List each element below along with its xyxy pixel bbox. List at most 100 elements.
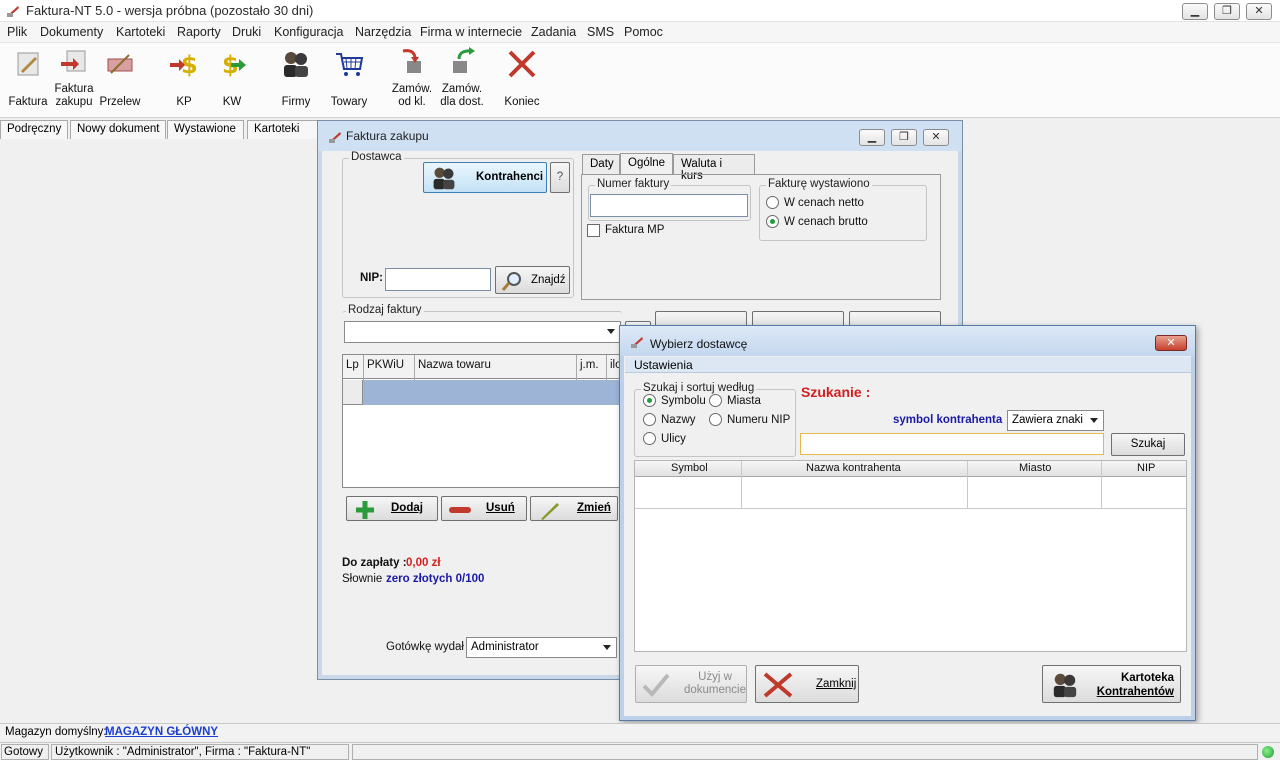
toolbar-kw-button[interactable]: $ KW	[210, 43, 254, 117]
nip-input[interactable]	[385, 268, 491, 291]
zmien-button[interactable]: Zmień	[530, 496, 618, 521]
usun-button[interactable]: Usuń	[441, 496, 527, 521]
do-zaplaty-value: 0,00 zł	[406, 557, 441, 569]
dodaj-button[interactable]: Dodaj	[346, 496, 438, 521]
menu-dokumenty[interactable]: Dokumenty	[40, 25, 103, 39]
invoice-minimize-button[interactable]: ▁	[859, 129, 885, 146]
toolbar-faktura-button[interactable]: Faktura	[6, 43, 50, 117]
table-row[interactable]	[363, 380, 625, 405]
status-bar: Gotowy Użytkownik : "Administrator", Fir…	[0, 742, 1280, 760]
invoice-close-button[interactable]: ✕	[923, 129, 949, 146]
radio-ulicy[interactable]	[643, 432, 656, 445]
dialog-menubar: Ustawienia	[625, 357, 1191, 373]
toolbar-firmy-button[interactable]: Firmy	[274, 43, 318, 117]
menu-zadania[interactable]: Zadania	[531, 25, 576, 39]
znajdz-button[interactable]: Znajdź	[495, 266, 570, 294]
chevron-down-icon	[1090, 418, 1098, 423]
menu-sms[interactable]: SMS	[587, 25, 614, 39]
items-table: Lp PKWiU Nazwa towaru j.m. ilo	[342, 354, 626, 488]
magazyn-link[interactable]: MAGAZYN GŁÓWNY	[105, 726, 218, 738]
close-button[interactable]: ✕	[1246, 3, 1272, 20]
search-field-label: symbol kontrahenta	[893, 414, 1003, 426]
do-zaplaty-label: Do zapłaty :	[342, 557, 407, 569]
maximize-button[interactable]: ❐	[1214, 3, 1240, 20]
invoice-window-icon	[329, 132, 341, 143]
chevron-down-icon	[603, 645, 611, 650]
search-input[interactable]	[800, 433, 1104, 455]
uzyj-w-dokumencie-button[interactable]: Użyj w dokumencie	[635, 665, 747, 703]
cash-in-icon: $	[170, 51, 198, 79]
search-mode-select[interactable]: Zawiera znaki	[1007, 410, 1104, 431]
gotowke-label: Gotówkę wydał	[386, 641, 464, 653]
faktura-mp-checkbox[interactable]	[587, 224, 600, 237]
tab-nowy-dokument[interactable]: Nowy dokument	[70, 120, 166, 139]
col-lp[interactable]: Lp	[346, 359, 359, 371]
help-button[interactable]: ?	[550, 162, 570, 193]
suppliers-table: Symbol Nazwa kontrahenta Miasto NIP	[634, 460, 1187, 652]
kartoteka-kontrahentow-button[interactable]: Kartoteka Kontrahentów	[1042, 665, 1181, 703]
col-nazwa-kontrahenta[interactable]: Nazwa kontrahenta	[806, 462, 901, 474]
menu-firma-w-internecie[interactable]: Firma w internecie	[420, 25, 522, 39]
invoice-type-select[interactable]	[344, 321, 621, 343]
order-out-icon	[453, 47, 475, 73]
toolbar-towary-button[interactable]: Towary	[326, 43, 372, 117]
toolbar-koniec-button[interactable]: Koniec	[500, 43, 544, 117]
slownie-label: Słownie	[342, 573, 383, 585]
radio-symbolu[interactable]	[643, 394, 656, 407]
col-pkwiu[interactable]: PKWiU	[367, 359, 404, 371]
kontrahenci-button[interactable]: Kontrahenci	[423, 162, 547, 193]
tab-waluta-i-kurs[interactable]: Waluta i kurs	[673, 154, 755, 182]
toolbar-kp-button[interactable]: $ KP	[162, 43, 206, 117]
menu-bar: Plik Dokumenty Kartoteki Raporty Druki K…	[0, 22, 1280, 42]
menu-narzedzia[interactable]: Narzędzia	[355, 25, 411, 39]
toolbar-zamowienia-dla-dostawcy-button[interactable]: Zamów. dla dost.	[438, 43, 486, 117]
menu-druki[interactable]: Druki	[232, 25, 261, 39]
col-symbol[interactable]: Symbol	[671, 462, 708, 474]
tab-kartoteki[interactable]: Kartoteki	[247, 120, 319, 139]
tab-ogolne[interactable]: Ogólne	[620, 153, 673, 174]
magazyn-label: Magazyn domyślny:	[5, 726, 107, 738]
zamknij-button[interactable]: Zamknij	[755, 665, 859, 703]
toolbar-przelew-button[interactable]: Przelew	[98, 43, 142, 117]
menu-plik[interactable]: Plik	[7, 25, 27, 39]
tab-wystawione[interactable]: Wystawione	[167, 120, 244, 139]
invoice-maximize-button[interactable]: ❐	[891, 129, 917, 146]
suppliers-table-header	[635, 461, 1186, 477]
plus-icon	[356, 501, 374, 519]
status-empty-panel	[352, 744, 1258, 760]
minimize-button[interactable]: ▁	[1182, 3, 1208, 20]
tab-daty[interactable]: Daty	[582, 154, 620, 174]
menu-ustawienia[interactable]: Ustawienia	[634, 358, 693, 372]
col-jm[interactable]: j.m.	[580, 359, 599, 371]
app-logo-icon	[7, 6, 19, 17]
app-titlebar: Faktura-NT 5.0 - wersja próbna (pozostał…	[0, 0, 1280, 22]
row-indicator	[343, 380, 363, 405]
dialog-title: Wybierz dostawcę	[650, 337, 748, 351]
invoice-number-input[interactable]	[590, 194, 748, 217]
app-title: Faktura-NT 5.0 - wersja próbna (pozostał…	[26, 3, 314, 18]
menu-raporty[interactable]: Raporty	[177, 25, 221, 39]
toolbar-faktura-zakupu-button[interactable]: Faktura zakupu	[52, 43, 96, 117]
gotowke-select[interactable]: Administrator	[466, 637, 617, 658]
pencil-icon	[541, 503, 559, 520]
radio-w-cenach-netto[interactable]	[766, 196, 779, 209]
szukaj-button[interactable]: Szukaj	[1111, 433, 1185, 456]
radio-w-cenach-brutto[interactable]	[766, 215, 779, 228]
menu-konfiguracja[interactable]: Konfiguracja	[274, 25, 344, 39]
menu-pomoc[interactable]: Pomoc	[624, 25, 663, 39]
invoice-purchase-icon	[61, 50, 86, 72]
radio-numeru-nip[interactable]	[709, 413, 722, 426]
radio-miasta[interactable]	[709, 394, 722, 407]
col-miasto[interactable]: Miasto	[1019, 462, 1051, 474]
col-nip[interactable]: NIP	[1137, 462, 1155, 474]
dialog-titlebar: Wybierz dostawcę ✕	[620, 326, 1195, 356]
tab-podreczny[interactable]: Podręczny	[0, 120, 68, 139]
toolbar-zamowienia-od-klienta-button[interactable]: Zamów. od kl.	[390, 43, 434, 117]
menu-kartoteki[interactable]: Kartoteki	[116, 25, 165, 39]
dialog-close-button[interactable]: ✕	[1155, 335, 1187, 351]
magnifier-icon	[501, 272, 521, 291]
col-nazwa-towaru[interactable]: Nazwa towaru	[418, 359, 491, 371]
select-supplier-dialog: Wybierz dostawcę ✕ Ustawienia Szukaj i s…	[619, 325, 1196, 721]
radio-nazwy[interactable]	[643, 413, 656, 426]
contractors-icon	[433, 167, 455, 190]
